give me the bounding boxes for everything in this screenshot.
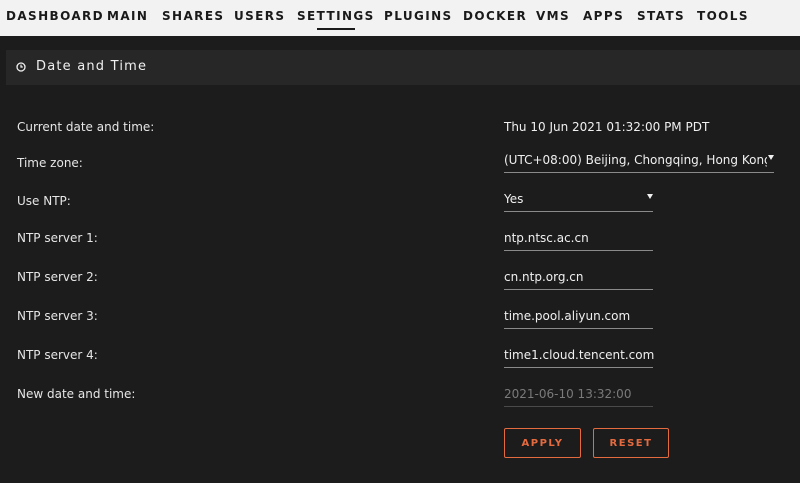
ntp3-value: time.pool.aliyun.com xyxy=(504,309,631,323)
nav-settings[interactable]: SETTINGS xyxy=(297,9,375,30)
current-datetime-label: Current date and time: xyxy=(17,120,155,134)
chevron-down-icon xyxy=(768,155,774,160)
new-datetime-label: New date and time: xyxy=(17,387,136,401)
nav-vms[interactable]: VMS xyxy=(536,9,570,23)
new-datetime-value: 2021-06-10 13:32:00 xyxy=(504,387,632,401)
clock-icon xyxy=(16,62,26,72)
nav-dashboard[interactable]: DASHBOARD xyxy=(6,9,104,23)
use-ntp-value: Yes xyxy=(504,192,524,206)
use-ntp-label: Use NTP: xyxy=(17,194,71,208)
reset-button[interactable]: RESET xyxy=(593,428,669,458)
nav-stats[interactable]: STATS xyxy=(637,9,685,23)
apply-button[interactable]: APPLY xyxy=(504,428,581,458)
nav-users[interactable]: USERS xyxy=(234,9,285,23)
ntp2-value: cn.ntp.org.cn xyxy=(504,270,584,284)
nav-plugins[interactable]: PLUGINS xyxy=(384,9,453,23)
nav-tools[interactable]: TOOLS xyxy=(697,9,749,23)
new-datetime-input: 2021-06-10 13:32:00 xyxy=(504,384,653,407)
panel-title: Date and Time xyxy=(36,59,148,74)
timezone-value: (UTC+08:00) Beijing, Chongqing, Hong Kon… xyxy=(504,153,767,167)
ntp1-label: NTP server 1: xyxy=(17,231,98,245)
nav-shares[interactable]: SHARES xyxy=(162,9,224,23)
use-ntp-select[interactable]: Yes xyxy=(504,189,653,212)
nav-apps[interactable]: APPS xyxy=(583,9,624,23)
ntp2-label: NTP server 2: xyxy=(17,270,98,284)
ntp1-input[interactable]: ntp.ntsc.ac.cn xyxy=(504,228,653,251)
ntp4-label: NTP server 4: xyxy=(17,348,98,362)
ntp2-input[interactable]: cn.ntp.org.cn xyxy=(504,267,653,290)
nav-docker[interactable]: DOCKER xyxy=(463,9,527,23)
chevron-down-icon xyxy=(647,194,653,199)
ntp1-value: ntp.ntsc.ac.cn xyxy=(504,231,589,245)
current-datetime-value: Thu 10 Jun 2021 01:32:00 PM PDT xyxy=(504,120,710,134)
ntp4-value: time1.cloud.tencent.com xyxy=(504,348,655,362)
timezone-label: Time zone: xyxy=(17,156,83,170)
timezone-select[interactable]: (UTC+08:00) Beijing, Chongqing, Hong Kon… xyxy=(504,150,774,173)
ntp4-input[interactable]: time1.cloud.tencent.com xyxy=(504,345,655,368)
top-nav: DASHBOARD MAIN SHARES USERS SETTINGS PLU… xyxy=(0,0,800,36)
ntp3-input[interactable]: time.pool.aliyun.com xyxy=(504,306,653,329)
panel-title-bar: Date and Time xyxy=(6,50,800,85)
nav-main[interactable]: MAIN xyxy=(107,9,148,23)
ntp3-label: NTP server 3: xyxy=(17,309,98,323)
